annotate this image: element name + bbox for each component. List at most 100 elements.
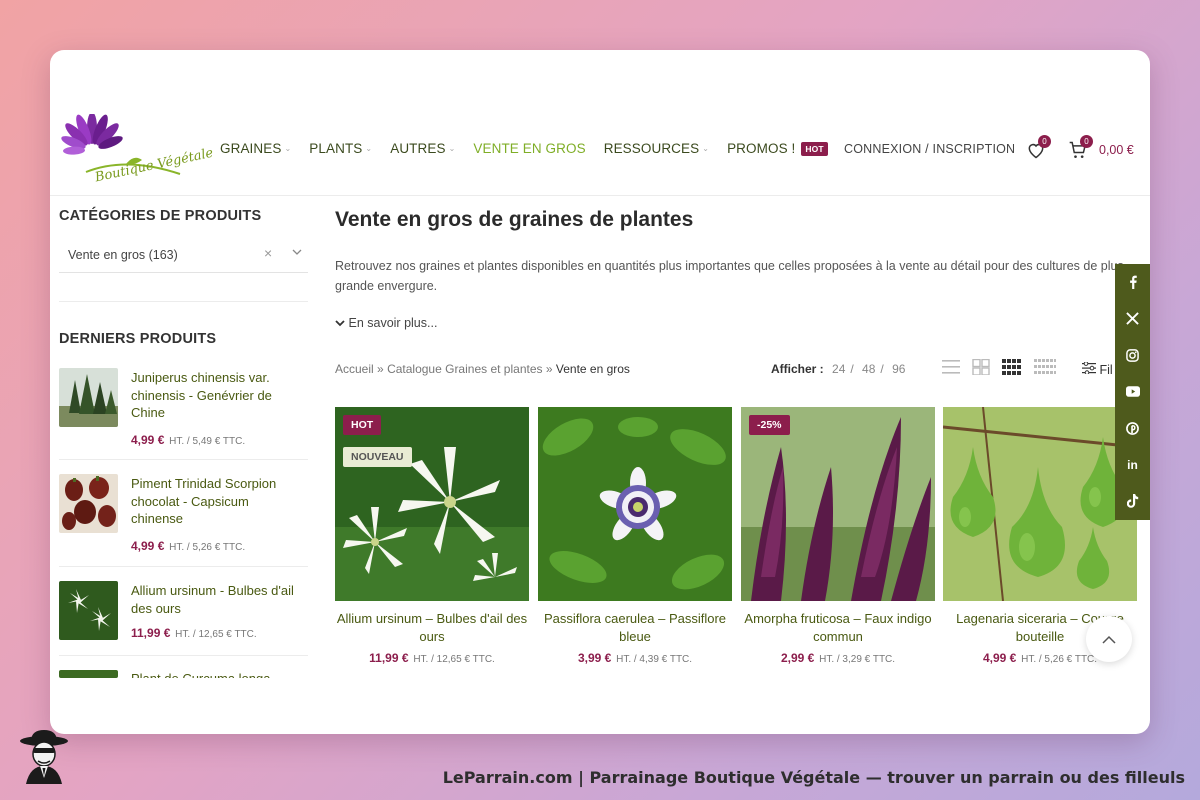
- product-price: 11,99 € HT. / 12,65 € TTC.: [131, 626, 257, 640]
- product-thumbnail[interactable]: [59, 581, 118, 640]
- divider: [59, 459, 308, 460]
- breadcrumb-current: Vente en gros: [555, 362, 630, 376]
- browser-page: Boutique Végétale GRAINES ⌄ PLANTS ⌄ AUTRE…: [50, 50, 1150, 734]
- hot-badge: HOT: [343, 415, 382, 435]
- youtube-icon[interactable]: [1115, 374, 1150, 411]
- product-name[interactable]: Juniperus chinensis var. chinensis - Gen…: [131, 369, 301, 450]
- grid-4-view-icon[interactable]: [1002, 359, 1022, 375]
- chevron-down-icon: [292, 249, 302, 255]
- per-page-24[interactable]: 24: [832, 362, 845, 376]
- site-header: Boutique Végétale GRAINES ⌄ PLANTS ⌄ AUTRE…: [50, 50, 1150, 196]
- tiktok-icon[interactable]: [1115, 483, 1150, 520]
- chevron-up-icon: [1102, 635, 1116, 644]
- nav-label: RESSOURCES: [603, 141, 700, 156]
- product-image[interactable]: [538, 407, 732, 601]
- divider: [59, 655, 308, 656]
- product-thumbnail[interactable]: [59, 670, 118, 678]
- category-description: Retrouvez nos graines et plantes disponi…: [335, 259, 1124, 293]
- sliders-icon: [1082, 361, 1096, 375]
- cart-button[interactable]: 0: [1068, 135, 1093, 160]
- main-nav: GRAINES ⌄ PLANTS ⌄ AUTRES ⌄ VENTE EN GROS R…: [220, 141, 846, 156]
- breadcrumb-home[interactable]: Accueil: [335, 362, 374, 376]
- product-name[interactable]: Passiflora caerulea – Passiflore bleue: [538, 610, 732, 646]
- categories-title: CATÉGORIES DE PRODUITS: [59, 208, 262, 224]
- nav-ressources[interactable]: RESSOURCES ⌄: [604, 141, 709, 156]
- discount-badge: -25%: [749, 415, 790, 435]
- cart-total[interactable]: 0,00 €: [1099, 143, 1134, 157]
- nav-label: PROMOS !: [727, 141, 796, 156]
- recent-product[interactable]: Juniperus chinensis var. chinensis - Gen…: [59, 368, 309, 458]
- mascot-icon: [20, 730, 68, 784]
- product-image[interactable]: [943, 407, 1137, 601]
- hot-badge: HOT: [801, 141, 828, 156]
- product-thumbnail[interactable]: [59, 474, 118, 533]
- breadcrumb-catalog[interactable]: Catalogue Graines et plantes: [387, 362, 542, 376]
- chevron-down-icon: ⌄: [284, 144, 292, 153]
- recent-product[interactable]: Plant de Curcuma longa: [59, 670, 309, 678]
- category-select[interactable]: Vente en gros (163) ×: [59, 238, 308, 273]
- nav-label: AUTRES: [390, 141, 446, 156]
- new-badge: NOUVEAU: [343, 447, 412, 467]
- product-card[interactable]: Passiflora caerulea – Passiflore bleue 3…: [538, 407, 732, 665]
- product-price: 4,99 € HT. / 5,26 € TTC.: [131, 538, 246, 553]
- grid-6-view-icon[interactable]: [1034, 359, 1056, 375]
- divider: [59, 301, 308, 302]
- nav-label: GRAINES: [220, 141, 282, 156]
- mascot-logo: [16, 728, 72, 784]
- login-link[interactable]: CONNEXION / INSCRIPTION: [844, 142, 1015, 156]
- product-card[interactable]: HOT NOUVEAU Allium ursinum – Bulbes d'ai…: [335, 407, 529, 665]
- product-price: 3,99 € HT. / 4,39 € TTC.: [577, 651, 693, 665]
- chevron-down-icon: ⌄: [702, 144, 710, 153]
- category-select-value: Vente en gros (163): [68, 248, 178, 262]
- recent-products-title: DERNIERS PRODUITS: [59, 331, 217, 347]
- nav-label: VENTE EN GROS: [473, 141, 586, 156]
- product-name[interactable]: Allium ursinum – Bulbes d'ail des ours: [335, 610, 529, 646]
- divider: [59, 566, 308, 567]
- product-name[interactable]: Plant de Curcuma longa: [131, 670, 301, 678]
- product-card[interactable]: -25% Amorpha fruticosa – Faux indigo com…: [741, 407, 935, 665]
- product-thumbnail[interactable]: [59, 368, 118, 427]
- social-share-bar: in: [1115, 264, 1150, 520]
- wishlist-button[interactable]: 0: [1026, 135, 1051, 160]
- clear-icon[interactable]: ×: [264, 245, 272, 261]
- product-name[interactable]: Allium ursinum - Bulbes d'ail des ours 1…: [131, 582, 301, 644]
- nav-vente-en-gros[interactable]: VENTE EN GROS: [473, 141, 585, 156]
- product-image[interactable]: HOT NOUVEAU: [335, 407, 529, 601]
- recent-product[interactable]: Allium ursinum - Bulbes d'ail des ours 1…: [59, 581, 309, 656]
- linkedin-icon[interactable]: in: [1115, 447, 1150, 484]
- chevron-down-icon: ⌄: [448, 144, 456, 153]
- nav-plants[interactable]: PLANTS ⌄: [309, 141, 372, 156]
- product-price: 11,99 € HT. / 12,65 € TTC.: [369, 651, 495, 665]
- instagram-icon[interactable]: [1115, 337, 1150, 374]
- view-switcher: [942, 359, 1068, 375]
- site-logo[interactable]: Boutique Végétale: [56, 112, 215, 185]
- chevron-down-icon: ⌄: [365, 144, 373, 153]
- per-page-48[interactable]: 48: [862, 362, 875, 376]
- x-icon[interactable]: [1115, 301, 1150, 338]
- nav-promos[interactable]: PROMOS ! HOT: [727, 141, 828, 156]
- nav-autres[interactable]: AUTRES ⌄: [390, 141, 455, 156]
- breadcrumb: Accueil » Catalogue Graines et plantes »…: [335, 362, 630, 376]
- cart-count: 0: [1080, 135, 1093, 148]
- product-name[interactable]: Piment Trinidad Scorpion chocolat - Caps…: [131, 475, 301, 556]
- pinterest-icon[interactable]: [1115, 410, 1150, 447]
- list-view-icon[interactable]: [942, 359, 960, 375]
- wishlist-count: 0: [1038, 135, 1051, 148]
- per-page-96[interactable]: 96: [892, 362, 905, 376]
- recent-product[interactable]: Piment Trinidad Scorpion chocolat - Caps…: [59, 474, 309, 564]
- product-image[interactable]: -25%: [741, 407, 935, 601]
- filter-button[interactable]: Fil: [1082, 361, 1113, 377]
- nav-graines[interactable]: GRAINES ⌄: [220, 141, 291, 156]
- nav-label: PLANTS: [309, 141, 363, 156]
- facebook-icon[interactable]: [1115, 264, 1150, 301]
- page-title: Vente en gros de graines de plantes: [335, 208, 694, 231]
- chevron-down-icon: [335, 320, 345, 327]
- product-price: 4,99 € HT. / 5,49 € TTC.: [131, 432, 246, 447]
- footer-caption: LeParrain.com | Parrainage Boutique Végé…: [442, 768, 1185, 787]
- per-page-selector: Afficher : 24/ 48/ 96: [771, 362, 906, 376]
- product-price: 2,99 € HT. / 3,29 € TTC.: [780, 651, 896, 665]
- product-name[interactable]: Amorpha fruticosa – Faux indigo commun: [741, 610, 935, 646]
- scroll-to-top-button[interactable]: [1086, 616, 1132, 662]
- read-more-toggle[interactable]: En savoir plus...: [335, 316, 437, 330]
- grid-2-view-icon[interactable]: [972, 359, 990, 375]
